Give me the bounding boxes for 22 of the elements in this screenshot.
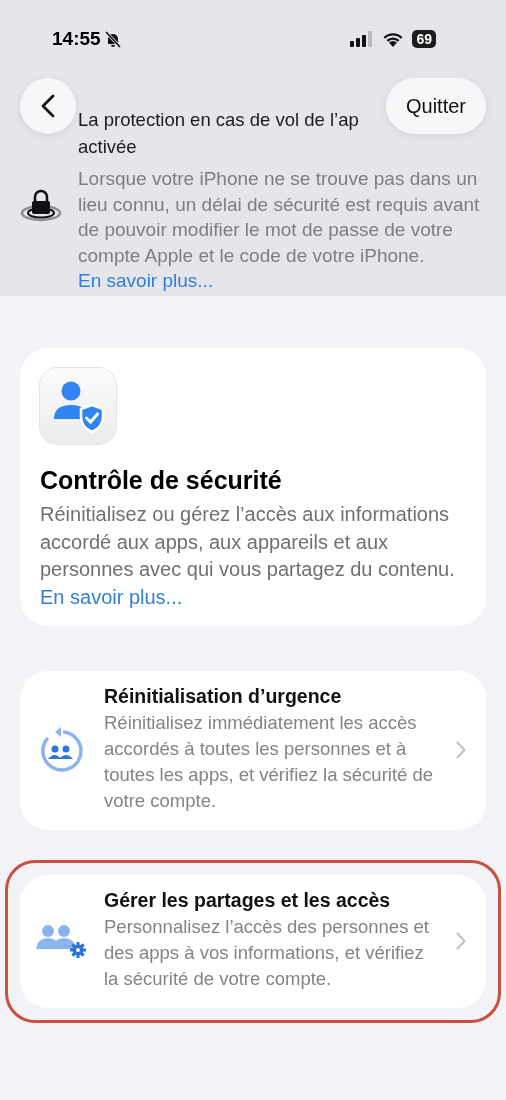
option-description: Personnalisez l’accès des personnes et des apps à vos informations, et vérifiez la sécurité de votre compte. [104,915,430,991]
option-description: Réinitialisez immédiatement les accès accordés à toutes les personnes et à toutes les apps, et vérifiez la sécurité de votre compte. [104,711,435,813]
bell-slash-icon [104,30,121,48]
status-time: 14:55 [52,28,101,50]
people-gear-icon [36,923,86,958]
wifi-icon [382,31,405,47]
people-refresh-icon [39,726,83,773]
battery-level: 69 [412,30,436,48]
option-title: Gérer les partages et les accès [104,889,392,912]
chevron-left-icon [41,94,55,118]
option-title: Réinitialisation d’urgence [104,685,343,708]
signal-icon [350,31,375,47]
banner-title: La protection en cas de vol de l’ap activée [78,108,359,159]
card-description: Réinitialisez ou gérez l’accès aux informations accordé aux apps, aux appareils et aux personnes avec qui vous partagez du contenu. En savoir plus... [40,502,456,610]
banner-description: Lorsque votre iPhone ne se trouve pas dans un lieu connu, un délai de sécurité est requis avant de pouvoir modifier le mot de passe de votre compte Apple et le code de votre iPhone. En savoir plus... [78,167,481,293]
chevron-right-icon [456,931,466,950]
card-title: Contrôle de sécurité [40,466,283,495]
option-row[interactable]: Gérer les partages et les accès Personnalisez l’accès des personnes et des apps à vos informations, et vérifiez la sécurité de votre compte. [20,875,486,1008]
lock-icon [20,188,62,222]
option-row[interactable]: Réinitialisation d’urgence Réinitialisez immédiatement les accès accordés à toutes les personnes et à toutes les apps, et vérifiez la sécurité de votre compte. [20,671,486,830]
learn-more-link[interactable]: En savoir plus... [40,585,183,608]
chevron-right-icon [456,740,466,759]
